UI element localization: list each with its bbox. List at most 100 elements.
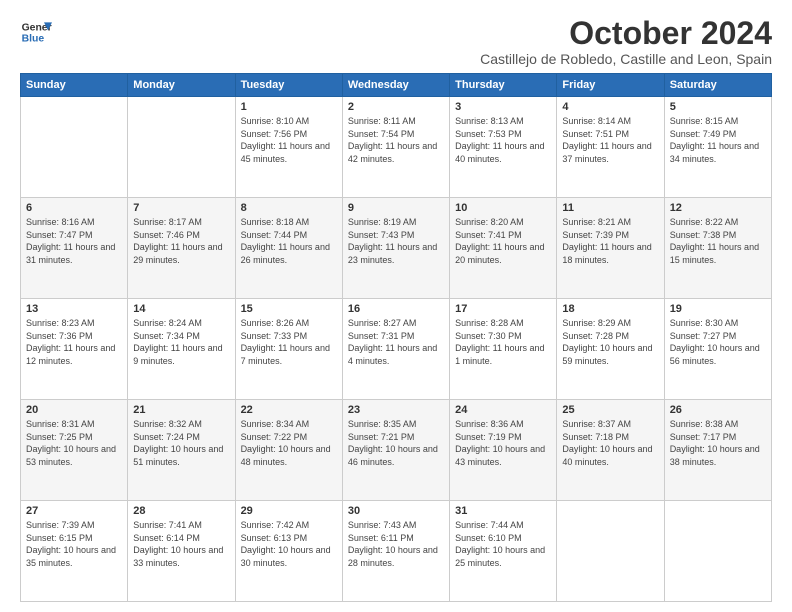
day-info: Sunrise: 8:32 AM Sunset: 7:24 PM Dayligh… [133, 418, 229, 468]
calendar-cell: 25 Sunrise: 8:37 AM Sunset: 7:18 PM Dayli… [557, 400, 664, 501]
calendar-cell: 6 Sunrise: 8:16 AM Sunset: 7:47 PM Daylig… [21, 198, 128, 299]
calendar-header-friday: Friday [557, 74, 664, 97]
day-info: Sunrise: 8:28 AM Sunset: 7:30 PM Dayligh… [455, 317, 551, 367]
day-number: 10 [455, 202, 551, 214]
day-number: 20 [26, 404, 122, 416]
day-info: Sunrise: 7:43 AM Sunset: 6:11 PM Dayligh… [348, 519, 444, 569]
calendar-cell [128, 97, 235, 198]
day-info: Sunrise: 8:15 AM Sunset: 7:49 PM Dayligh… [670, 115, 766, 165]
calendar-header-monday: Monday [128, 74, 235, 97]
subtitle: Castillejo de Robledo, Castille and Leon… [480, 51, 772, 67]
main-title: October 2024 [480, 16, 772, 51]
day-info: Sunrise: 8:18 AM Sunset: 7:44 PM Dayligh… [241, 216, 337, 266]
day-info: Sunrise: 8:27 AM Sunset: 7:31 PM Dayligh… [348, 317, 444, 367]
calendar-cell: 2Sunrise: 8:11 AM Sunset: 7:54 PM Daylig… [342, 97, 449, 198]
day-info: Sunrise: 8:37 AM Sunset: 7:18 PM Dayligh… [562, 418, 658, 468]
day-info: Sunrise: 8:26 AM Sunset: 7:33 PM Dayligh… [241, 317, 337, 367]
day-number: 18 [562, 303, 658, 315]
day-info: Sunrise: 8:30 AM Sunset: 7:27 PM Dayligh… [670, 317, 766, 367]
day-number: 4 [562, 101, 658, 113]
day-info: Sunrise: 7:44 AM Sunset: 6:10 PM Dayligh… [455, 519, 551, 569]
day-number: 12 [670, 202, 766, 214]
day-info: Sunrise: 8:24 AM Sunset: 7:34 PM Dayligh… [133, 317, 229, 367]
calendar-cell: 10Sunrise: 8:20 AM Sunset: 7:41 PM Dayli… [450, 198, 557, 299]
day-info: Sunrise: 7:39 AM Sunset: 6:15 PM Dayligh… [26, 519, 122, 569]
calendar-cell: 16 Sunrise: 8:27 AM Sunset: 7:31 PM Dayli… [342, 299, 449, 400]
day-info: Sunrise: 8:13 AM Sunset: 7:53 PM Dayligh… [455, 115, 551, 165]
calendar-cell: 30 Sunrise: 7:43 AM Sunset: 6:11 PM Dayli… [342, 501, 449, 602]
day-number: 22 [241, 404, 337, 416]
calendar-cell: 1Sunrise: 8:10 AM Sunset: 7:56 PM Daylig… [235, 97, 342, 198]
calendar-cell: 13 Sunrise: 8:23 AM Sunset: 7:36 PM Dayli… [21, 299, 128, 400]
day-number: 29 [241, 505, 337, 517]
calendar-header-tuesday: Tuesday [235, 74, 342, 97]
calendar-cell: 28 Sunrise: 7:41 AM Sunset: 6:14 PM Dayli… [128, 501, 235, 602]
calendar-cell: 11 Sunrise: 8:21 AM Sunset: 7:39 PM Dayli… [557, 198, 664, 299]
day-info: Sunrise: 8:22 AM Sunset: 7:38 PM Dayligh… [670, 216, 766, 266]
calendar-cell: 17Sunrise: 8:28 AM Sunset: 7:30 PM Dayli… [450, 299, 557, 400]
calendar-header-sunday: Sunday [21, 74, 128, 97]
page: General Blue October 2024 Castillejo de … [0, 0, 792, 612]
day-number: 19 [670, 303, 766, 315]
calendar-cell: 3 Sunrise: 8:13 AM Sunset: 7:53 PM Daylig… [450, 97, 557, 198]
day-number: 16 [348, 303, 444, 315]
day-number: 9 [348, 202, 444, 214]
calendar-cell: 21 Sunrise: 8:32 AM Sunset: 7:24 PM Dayli… [128, 400, 235, 501]
svg-text:Blue: Blue [22, 34, 45, 45]
day-number: 30 [348, 505, 444, 517]
logo: General Blue [20, 16, 52, 48]
header: General Blue October 2024 Castillejo de … [20, 16, 772, 67]
day-number: 5 [670, 101, 766, 113]
calendar-cell: 19 Sunrise: 8:30 AM Sunset: 7:27 PM Dayli… [664, 299, 771, 400]
calendar-header-wednesday: Wednesday [342, 74, 449, 97]
calendar-cell: 31Sunrise: 7:44 AM Sunset: 6:10 PM Dayli… [450, 501, 557, 602]
day-number: 24 [455, 404, 551, 416]
day-info: Sunrise: 8:21 AM Sunset: 7:39 PM Dayligh… [562, 216, 658, 266]
day-info: Sunrise: 7:42 AM Sunset: 6:13 PM Dayligh… [241, 519, 337, 569]
calendar-table: SundayMondayTuesdayWednesdayThursdayFrid… [20, 73, 772, 602]
day-number: 6 [26, 202, 122, 214]
calendar-cell: 27 Sunrise: 7:39 AM Sunset: 6:15 PM Dayli… [21, 501, 128, 602]
calendar-cell: 24Sunrise: 8:36 AM Sunset: 7:19 PM Dayli… [450, 400, 557, 501]
calendar-week-4: 20 Sunrise: 8:31 AM Sunset: 7:25 PM Dayli… [21, 400, 772, 501]
calendar-cell: 12 Sunrise: 8:22 AM Sunset: 7:38 PM Dayli… [664, 198, 771, 299]
day-info: Sunrise: 8:11 AM Sunset: 7:54 PM Dayligh… [348, 115, 444, 165]
calendar-cell: 20 Sunrise: 8:31 AM Sunset: 7:25 PM Dayli… [21, 400, 128, 501]
calendar-cell [664, 501, 771, 602]
calendar-cell: 8 Sunrise: 8:18 AM Sunset: 7:44 PM Daylig… [235, 198, 342, 299]
day-info: Sunrise: 8:38 AM Sunset: 7:17 PM Dayligh… [670, 418, 766, 468]
calendar-cell: 15Sunrise: 8:26 AM Sunset: 7:33 PM Dayli… [235, 299, 342, 400]
logo-icon: General Blue [20, 16, 52, 48]
calendar-cell: 9 Sunrise: 8:19 AM Sunset: 7:43 PM Daylig… [342, 198, 449, 299]
day-number: 13 [26, 303, 122, 315]
day-info: Sunrise: 7:41 AM Sunset: 6:14 PM Dayligh… [133, 519, 229, 569]
day-info: Sunrise: 8:19 AM Sunset: 7:43 PM Dayligh… [348, 216, 444, 266]
calendar-header-thursday: Thursday [450, 74, 557, 97]
calendar-cell [557, 501, 664, 602]
calendar-week-3: 13 Sunrise: 8:23 AM Sunset: 7:36 PM Dayli… [21, 299, 772, 400]
day-number: 21 [133, 404, 229, 416]
day-info: Sunrise: 8:10 AM Sunset: 7:56 PM Dayligh… [241, 115, 337, 165]
day-info: Sunrise: 8:23 AM Sunset: 7:36 PM Dayligh… [26, 317, 122, 367]
day-info: Sunrise: 8:31 AM Sunset: 7:25 PM Dayligh… [26, 418, 122, 468]
calendar-header-saturday: Saturday [664, 74, 771, 97]
day-number: 26 [670, 404, 766, 416]
day-number: 11 [562, 202, 658, 214]
day-number: 14 [133, 303, 229, 315]
calendar-cell: 29 Sunrise: 7:42 AM Sunset: 6:13 PM Dayli… [235, 501, 342, 602]
calendar-cell: 7Sunrise: 8:17 AM Sunset: 7:46 PM Daylig… [128, 198, 235, 299]
day-number: 28 [133, 505, 229, 517]
day-info: Sunrise: 8:35 AM Sunset: 7:21 PM Dayligh… [348, 418, 444, 468]
day-number: 27 [26, 505, 122, 517]
day-number: 3 [455, 101, 551, 113]
day-info: Sunrise: 8:17 AM Sunset: 7:46 PM Dayligh… [133, 216, 229, 266]
calendar-cell: 22 Sunrise: 8:34 AM Sunset: 7:22 PM Dayli… [235, 400, 342, 501]
calendar-cell: 18Sunrise: 8:29 AM Sunset: 7:28 PM Dayli… [557, 299, 664, 400]
day-info: Sunrise: 8:16 AM Sunset: 7:47 PM Dayligh… [26, 216, 122, 266]
day-info: Sunrise: 8:34 AM Sunset: 7:22 PM Dayligh… [241, 418, 337, 468]
calendar-header-row: SundayMondayTuesdayWednesdayThursdayFrid… [21, 74, 772, 97]
day-number: 25 [562, 404, 658, 416]
day-number: 8 [241, 202, 337, 214]
title-block: October 2024 Castillejo de Robledo, Cast… [480, 16, 772, 67]
calendar-cell: 14 Sunrise: 8:24 AM Sunset: 7:34 PM Dayli… [128, 299, 235, 400]
